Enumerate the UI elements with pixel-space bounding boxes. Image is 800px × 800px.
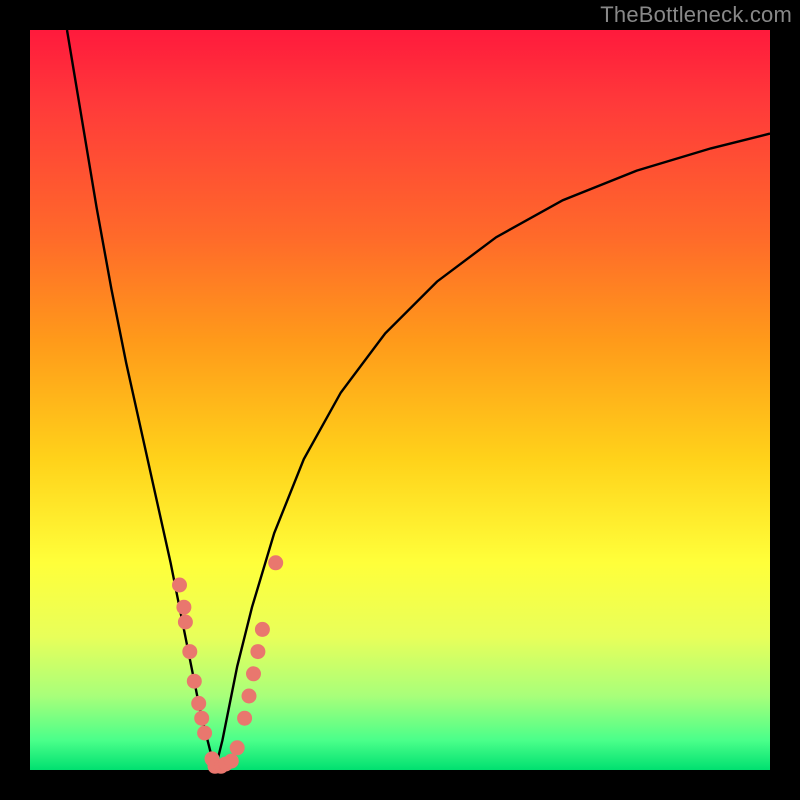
outer-frame: TheBottleneck.com — [0, 0, 800, 800]
plot-area — [30, 30, 770, 770]
data-point — [242, 689, 256, 703]
data-point — [187, 674, 201, 688]
data-point — [195, 711, 209, 725]
curve-right-branch — [215, 134, 770, 770]
data-point — [224, 754, 238, 768]
data-point — [192, 696, 206, 710]
data-point — [238, 711, 252, 725]
data-point — [177, 600, 191, 614]
data-point — [230, 741, 244, 755]
data-point — [255, 622, 269, 636]
data-point — [178, 615, 192, 629]
data-point — [251, 645, 265, 659]
watermark-text: TheBottleneck.com — [600, 2, 792, 28]
curve-left-branch — [67, 30, 215, 770]
data-point — [247, 667, 261, 681]
data-point — [198, 726, 212, 740]
chart-svg — [30, 30, 770, 770]
data-point — [173, 578, 187, 592]
scatter-points — [173, 556, 283, 774]
data-point — [183, 645, 197, 659]
data-point — [269, 556, 283, 570]
